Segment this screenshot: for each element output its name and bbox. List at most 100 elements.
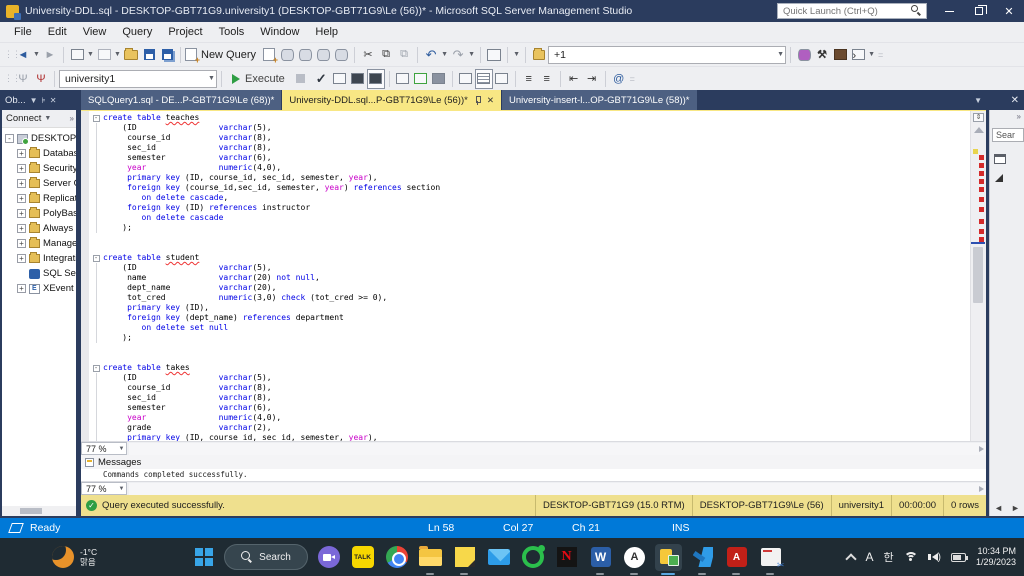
save-icon[interactable] — [140, 45, 158, 65]
code-line[interactable]: foreign key (course_id,sec_id, semester,… — [89, 183, 970, 193]
execute-label[interactable]: Execute — [245, 73, 285, 85]
expand-icon[interactable]: + — [17, 149, 26, 158]
fold-collapse-icon[interactable]: - — [89, 113, 103, 123]
sqlcmd-icon[interactable] — [795, 45, 813, 65]
change-connection-icon[interactable]: Ψ — [32, 69, 50, 89]
document-tab-2[interactable]: University-insert-l...OP-GBT71G9\Le (58)… — [502, 90, 697, 110]
messages-tab[interactable]: Messages — [81, 455, 986, 469]
navigate-back-icon[interactable]: ◄ — [14, 45, 32, 65]
pane-menu-icon[interactable]: ▼ — [30, 96, 38, 105]
code-line[interactable]: sec_id varchar(8), — [89, 143, 970, 153]
pager-right-icon[interactable]: ► — [1011, 503, 1020, 513]
parse-icon[interactable]: ✓ — [316, 71, 327, 87]
code-line[interactable]: sec_id varchar(8), — [89, 393, 970, 403]
taskbar-vscode-app[interactable] — [689, 544, 716, 571]
code-line[interactable]: semester varchar(6), — [89, 153, 970, 163]
include-live-stats-icon[interactable] — [412, 69, 430, 89]
taskbar-chrome-app[interactable] — [383, 544, 410, 571]
tab-pin-icon[interactable] — [474, 96, 481, 105]
results-to-grid-icon[interactable] — [475, 69, 493, 89]
expand-icon[interactable]: + — [17, 239, 26, 248]
query-options-icon[interactable] — [349, 69, 367, 89]
code-line[interactable]: foreign key (ID) references instructor — [89, 203, 970, 213]
toolbox-icon[interactable] — [831, 45, 849, 65]
editor-vscrollbar[interactable]: ⇕ — [970, 111, 986, 441]
code-line[interactable]: semester varchar(6), — [89, 403, 970, 413]
expand-icon[interactable]: + — [17, 179, 26, 188]
fold-collapse-icon[interactable]: - — [89, 363, 103, 373]
specify-values-icon[interactable]: @ — [610, 69, 628, 89]
close-button[interactable]: ✕ — [994, 0, 1024, 22]
code-line[interactable]: year numeric(4,0), — [89, 163, 970, 173]
redo-dropdown-icon[interactable]: ▼ — [467, 51, 476, 58]
results-to-file-icon[interactable] — [493, 69, 511, 89]
taskbar-facetime-app[interactable] — [315, 544, 342, 571]
execute-icon[interactable] — [232, 74, 240, 84]
find-in-files-icon[interactable] — [530, 45, 548, 65]
code-line[interactable]: -create table student — [89, 253, 970, 263]
code-line[interactable]: course_id varchar(8), — [89, 133, 970, 143]
code-line[interactable]: year numeric(4,0), — [89, 413, 970, 423]
tab-close-icon[interactable]: ✕ — [487, 95, 494, 106]
menu-file[interactable]: File — [6, 23, 40, 41]
code-line[interactable]: -create table takes — [89, 363, 970, 373]
sql-server-compact-icon[interactable] — [332, 45, 350, 65]
tab-list-dropdown-icon[interactable]: ▼ — [974, 96, 982, 105]
client-statistics-icon[interactable] — [430, 69, 448, 89]
tree-item-desktop-g[interactable]: -DESKTOP-G — [2, 131, 76, 146]
code-line[interactable]: primary key (ID), — [89, 303, 970, 313]
analysis-dmx-icon[interactable] — [296, 45, 314, 65]
fold-collapse-icon[interactable]: - — [89, 253, 103, 263]
scroll-up-icon[interactable] — [974, 127, 984, 133]
new-file-dropdown-icon[interactable]: ▼ — [86, 51, 95, 58]
tree-item-integratio[interactable]: +Integratio — [2, 251, 76, 266]
minimize-button[interactable] — [934, 0, 964, 22]
taskbar-a-app[interactable]: A — [621, 544, 648, 571]
expand-icon[interactable]: + — [17, 164, 26, 173]
copy-icon[interactable]: ⧉ — [377, 45, 395, 65]
results-to-text-icon[interactable] — [457, 69, 475, 89]
toolbar2-overflow-icon[interactable]: = — [630, 74, 638, 84]
navigate-forward-icon[interactable]: ► — [41, 45, 59, 65]
connect-dropdown-icon[interactable]: ▼ — [43, 115, 52, 122]
decrease-indent-icon[interactable]: ⇤ — [565, 69, 583, 89]
open-file-icon[interactable] — [122, 45, 140, 65]
pin-icon[interactable]: ⊧ — [42, 96, 46, 105]
code-line[interactable]: course_id varchar(8), — [89, 383, 970, 393]
increase-indent-icon[interactable]: ⇥ — [583, 69, 601, 89]
expand-icon[interactable]: + — [17, 254, 26, 263]
add-item-icon[interactable] — [95, 45, 113, 65]
available-databases-combo[interactable]: university1 ▼ — [59, 70, 217, 88]
code-line[interactable]: (ID varchar(5), — [89, 123, 970, 133]
code-line[interactable]: dept_name varchar(20), — [89, 283, 970, 293]
undo-dropdown-icon[interactable]: ▼ — [440, 51, 449, 58]
redo-icon[interactable]: ↷ — [449, 45, 467, 65]
cancel-query-icon[interactable] — [296, 74, 305, 83]
menu-window[interactable]: Window — [252, 23, 307, 41]
code-line[interactable]: on delete cascade — [89, 213, 970, 223]
taskbar-mail-app[interactable] — [485, 544, 512, 571]
new-query-label[interactable]: New Query — [201, 49, 256, 61]
connect-button[interactable]: Connect — [6, 113, 41, 124]
code-line[interactable] — [89, 243, 970, 253]
display-estimated-plan-icon[interactable] — [331, 69, 349, 89]
menu-project[interactable]: Project — [160, 23, 210, 41]
messages-zoom-combo[interactable]: 77 %▼ — [81, 482, 127, 495]
menu-query[interactable]: Query — [114, 23, 160, 41]
right-panel-corner-icon[interactable] — [995, 174, 1003, 182]
taskbar-sticky-notes[interactable] — [451, 544, 478, 571]
volume-icon[interactable]: ) — [928, 552, 941, 563]
code-line[interactable] — [89, 353, 970, 363]
save-all-icon[interactable] — [158, 45, 176, 65]
expand-icon[interactable]: + — [17, 224, 26, 233]
code-line[interactable]: grade varchar(2), — [89, 423, 970, 433]
code-line[interactable]: (ID varchar(5), — [89, 373, 970, 383]
taskbar-ssms-app[interactable] — [655, 544, 682, 571]
analysis-mdx-icon[interactable] — [278, 45, 296, 65]
add-item-dropdown-icon[interactable]: ▼ — [113, 51, 122, 58]
tree-item-databases[interactable]: +Databases — [2, 146, 76, 161]
wifi-icon[interactable] — [904, 552, 918, 562]
include-actual-plan-icon[interactable] — [394, 69, 412, 89]
vscroll-thumb[interactable] — [973, 247, 983, 303]
close-pane-icon[interactable]: ✕ — [50, 96, 57, 105]
